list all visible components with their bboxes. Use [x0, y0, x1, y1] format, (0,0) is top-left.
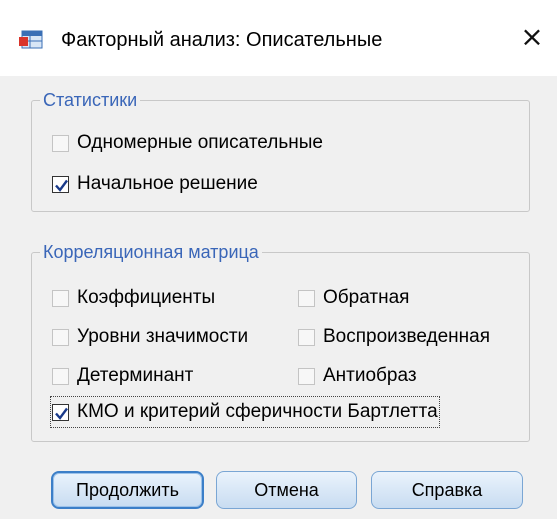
checkbox-unchecked-icon	[52, 289, 69, 307]
window-title: Факторный анализ: Описательные	[61, 29, 383, 51]
univariate-descriptives-checkbox[interactable]: Одномерные описательные	[52, 129, 323, 157]
determinant-label: Детерминант	[77, 365, 194, 386]
cancel-button[interactable]: Отмена	[216, 471, 357, 509]
initial-solution-label: Начальное решение	[77, 173, 258, 194]
app-icon	[19, 30, 43, 49]
determinant-checkbox[interactable]: Детерминант	[52, 362, 193, 390]
reproduced-label: Воспроизведенная	[323, 326, 491, 347]
checkbox-checked-icon	[52, 403, 69, 421]
coefficients-checkbox[interactable]: Коэффициенты	[52, 284, 215, 312]
title-bar: Факторный анализ: Описательные ×	[0, 0, 557, 76]
checkbox-unchecked-icon	[298, 367, 315, 385]
statistics-legend: Статистики	[40, 89, 141, 111]
initial-solution-checkbox[interactable]: Начальное решение	[52, 170, 258, 198]
checkbox-unchecked-icon	[52, 367, 69, 385]
significance-levels-label: Уровни значимости	[77, 326, 249, 347]
univariate-descriptives-label: Одномерные описательные	[77, 132, 323, 153]
checkbox-unchecked-icon	[52, 328, 69, 346]
close-icon[interactable]: ×	[517, 22, 547, 52]
inverse-label: Обратная	[323, 287, 410, 308]
checkbox-checked-icon	[52, 175, 69, 193]
checkbox-unchecked-icon	[298, 289, 315, 307]
correlation-matrix-legend: Корреляционная матрица	[40, 241, 262, 263]
help-button[interactable]: Справка	[371, 471, 523, 509]
continue-button[interactable]: Продолжить	[51, 471, 204, 509]
coefficients-label: Коэффициенты	[77, 287, 216, 308]
kmo-bartlett-checkbox[interactable]: КМО и критерий сферичности Бартлетта	[50, 396, 440, 428]
anti-image-checkbox[interactable]: Антиобраз	[298, 362, 417, 390]
kmo-bartlett-label: КМО и критерий сферичности Бартлетта	[77, 401, 438, 422]
checkbox-unchecked-icon	[298, 328, 315, 346]
significance-levels-checkbox[interactable]: Уровни значимости	[52, 323, 248, 351]
anti-image-label: Антиобраз	[323, 365, 417, 386]
inverse-checkbox[interactable]: Обратная	[298, 284, 409, 312]
checkbox-unchecked-icon	[52, 134, 69, 152]
reproduced-checkbox[interactable]: Воспроизведенная	[298, 323, 490, 351]
